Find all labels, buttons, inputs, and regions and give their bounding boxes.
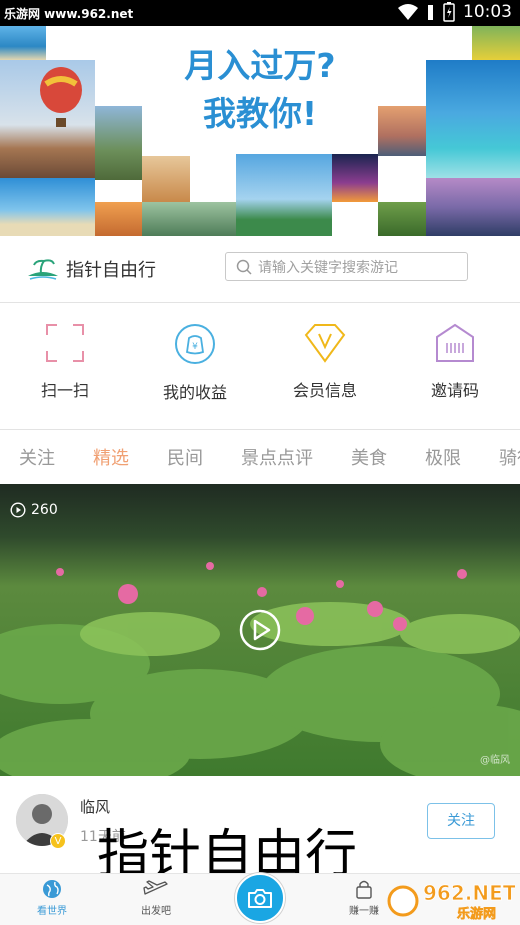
tab-earn-label: 赚一赚 bbox=[349, 906, 379, 917]
tab-explore-label: 看世界 bbox=[37, 906, 67, 917]
brand-logo[interactable]: 指针自由行 bbox=[26, 256, 156, 282]
invite-code-label: 邀请码 bbox=[430, 381, 479, 400]
tab-food[interactable]: 美食 bbox=[332, 444, 406, 470]
banner-photo-dusk bbox=[378, 106, 426, 156]
wifi-icon bbox=[398, 4, 418, 20]
banner-photo-night-city bbox=[332, 154, 378, 202]
scan-button[interactable]: 扫一扫 bbox=[0, 303, 130, 429]
membership-label: 会员信息 bbox=[292, 381, 357, 400]
brand-search-row: 指针自由行 请输入关键字搜索游记 bbox=[0, 236, 520, 302]
view-count: 260 bbox=[10, 502, 58, 518]
video-watermark: @临风 bbox=[480, 755, 510, 766]
camera-icon bbox=[248, 889, 272, 908]
play-count-icon bbox=[10, 502, 26, 518]
banner-photo-lake bbox=[426, 178, 520, 236]
banner-photo-coast bbox=[0, 26, 46, 60]
site-watermark-logo: 962.NET 乐游网 bbox=[387, 881, 515, 922]
tab-depart-label: 出发吧 bbox=[141, 906, 171, 917]
search-input[interactable]: 请输入关键字搜索游记 bbox=[225, 252, 468, 281]
verified-badge: V bbox=[50, 833, 66, 849]
brand-name: 指针自由行 bbox=[66, 260, 156, 281]
tab-explore-world[interactable]: 看世界 bbox=[12, 878, 92, 917]
banner-photo-pier bbox=[426, 60, 520, 178]
invite-code-button[interactable]: 邀请码 bbox=[390, 303, 520, 429]
battery-icon bbox=[443, 2, 455, 22]
search-icon bbox=[236, 259, 252, 275]
money-bag-icon: ¥ bbox=[175, 324, 215, 364]
banner-photo-village bbox=[142, 202, 236, 236]
video-player[interactable]: 260 @临风 bbox=[0, 484, 520, 776]
camera-button[interactable] bbox=[235, 873, 285, 923]
banner-photo-forest bbox=[378, 202, 426, 236]
banner-headline: 月入过万? 我教你! bbox=[150, 42, 370, 138]
site-watermark-small: 乐游网 bbox=[457, 906, 496, 922]
banner-photo-meadow bbox=[472, 26, 520, 60]
status-bar: 乐游网 www.962.net 10:03 bbox=[0, 0, 520, 26]
banner-line-2: 我教你! bbox=[202, 94, 318, 133]
balloon-icon bbox=[40, 67, 82, 127]
tab-follow[interactable]: 关注 bbox=[0, 444, 74, 470]
diamond-icon bbox=[304, 324, 346, 363]
tab-featured[interactable]: 精选 bbox=[74, 444, 148, 470]
banner-photo-valley bbox=[95, 106, 142, 180]
earnings-button[interactable]: ¥ 我的收益 bbox=[130, 303, 260, 429]
earnings-label: 我的收益 bbox=[162, 383, 227, 402]
status-watermark: 乐游网 www.962.net bbox=[4, 7, 134, 21]
invite-house-icon bbox=[436, 323, 474, 362]
scan-label: 扫一扫 bbox=[40, 381, 89, 400]
tab-extreme[interactable]: 极限 bbox=[406, 444, 480, 470]
svg-text:¥: ¥ bbox=[192, 342, 198, 352]
follow-button[interactable]: 关注 bbox=[427, 803, 495, 839]
tab-cycling[interactable]: 骑行 bbox=[480, 444, 520, 470]
banner-photo-palms bbox=[236, 154, 332, 236]
site-watermark-big: 962.NET bbox=[423, 881, 515, 905]
plane-icon bbox=[143, 880, 168, 895]
lock-icon bbox=[356, 880, 372, 899]
signal-icon bbox=[428, 5, 433, 20]
tab-attraction-reviews[interactable]: 景点点评 bbox=[222, 444, 332, 470]
tab-depart[interactable]: 出发吧 bbox=[116, 878, 196, 917]
banner-photo-beach bbox=[0, 178, 95, 236]
membership-button[interactable]: 会员信息 bbox=[260, 303, 390, 429]
quick-actions: 扫一扫 ¥ 我的收益 会员信息 邀请码 bbox=[0, 302, 520, 430]
view-count-value: 260 bbox=[31, 502, 58, 518]
globe-icon bbox=[43, 880, 61, 898]
island-logo-icon bbox=[28, 259, 58, 280]
scan-icon bbox=[46, 324, 84, 362]
category-tabs: 关注 精选 民间 景点点评 美食 极限 骑行 bbox=[0, 430, 520, 484]
play-button-icon[interactable] bbox=[238, 608, 282, 652]
banner-photo-sunset bbox=[95, 202, 142, 236]
search-placeholder: 请输入关键字搜索游记 bbox=[258, 259, 398, 276]
promo-banner[interactable]: 月入过万? 我教你! bbox=[0, 26, 520, 236]
status-time: 10:03 bbox=[463, 2, 512, 22]
tab-folk[interactable]: 民间 bbox=[148, 444, 222, 470]
banner-line-1: 月入过万? bbox=[184, 46, 336, 85]
banner-photo-castle bbox=[142, 156, 190, 202]
